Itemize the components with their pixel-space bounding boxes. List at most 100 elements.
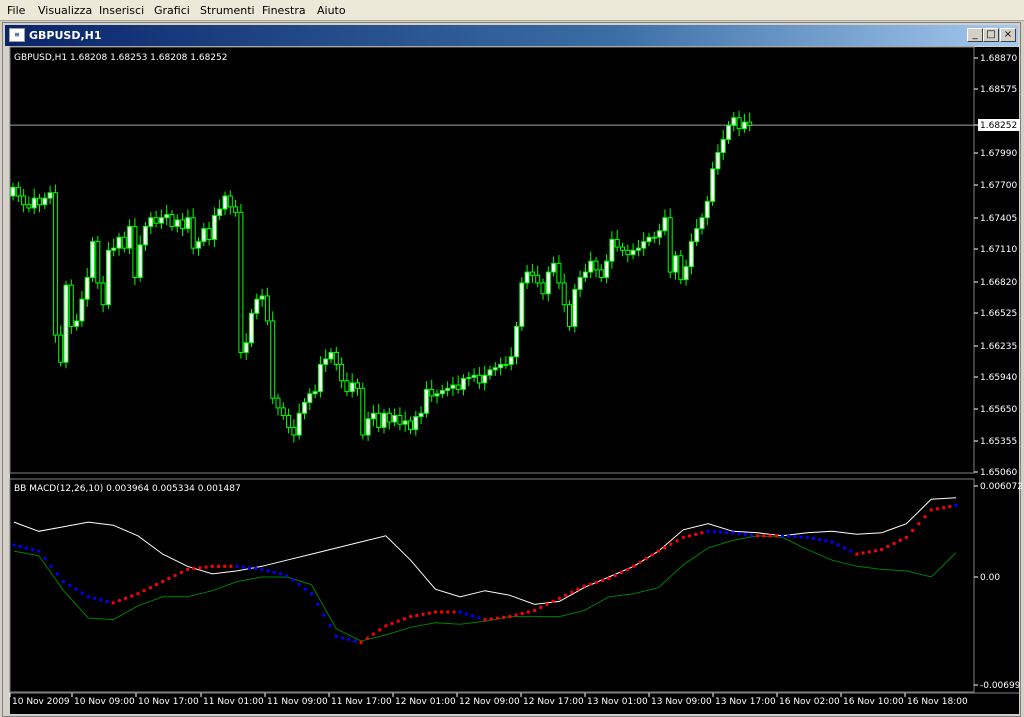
candle-body-bear bbox=[37, 197, 42, 206]
macd-dot bbox=[675, 539, 679, 543]
candle-body-bull bbox=[249, 312, 254, 344]
time-tick-label: 11 Nov 17:00 bbox=[331, 697, 392, 707]
price-tick-label: 1.68575 bbox=[980, 85, 1017, 95]
time-tick-label: 12 Nov 17:00 bbox=[523, 697, 584, 707]
candle-body-bear bbox=[360, 387, 366, 436]
candle-body-bear bbox=[667, 217, 673, 273]
macd-dot bbox=[694, 532, 698, 536]
macd-dot bbox=[396, 619, 400, 623]
candle-body-bull bbox=[254, 298, 260, 314]
macd-dot bbox=[762, 534, 766, 538]
candle-body-bull bbox=[646, 236, 652, 243]
macd-dot bbox=[700, 531, 704, 535]
candle-body-bear bbox=[68, 284, 74, 327]
macd-dot bbox=[669, 542, 673, 546]
macd-dot bbox=[712, 530, 716, 534]
macd-dot bbox=[526, 610, 530, 614]
time-tick-label: 16 Nov 10:00 bbox=[843, 697, 904, 707]
macd-dot bbox=[303, 587, 307, 591]
macd-dot bbox=[440, 610, 444, 614]
macd-dot bbox=[12, 543, 16, 547]
macd-dot bbox=[31, 548, 35, 552]
macd-dot bbox=[514, 613, 518, 617]
candle-body-bull bbox=[508, 356, 514, 365]
macd-dot bbox=[495, 616, 499, 620]
candle-body-bear bbox=[26, 204, 32, 209]
macd-dot bbox=[657, 549, 661, 553]
macd-dot bbox=[421, 612, 425, 616]
candle-body-bull bbox=[731, 117, 737, 126]
macd-dot bbox=[502, 615, 506, 619]
macd-dot bbox=[155, 583, 159, 587]
macd-dot bbox=[68, 583, 72, 587]
candle-body-bull bbox=[699, 217, 705, 230]
candle-body-bull bbox=[688, 241, 694, 268]
macd-dot bbox=[557, 596, 561, 600]
macd-dot bbox=[80, 591, 84, 595]
macd-dot bbox=[229, 564, 233, 568]
macd-dot bbox=[619, 570, 623, 574]
candle-body-bull bbox=[201, 228, 207, 243]
macd-dot bbox=[520, 612, 524, 616]
candle-body-bull bbox=[222, 195, 228, 210]
macd-dot bbox=[719, 530, 722, 534]
macd-dot bbox=[130, 594, 134, 598]
macd-dot bbox=[607, 577, 611, 581]
macd-dot bbox=[923, 515, 927, 519]
candle-body-bear bbox=[620, 246, 625, 251]
macd-dot bbox=[204, 565, 208, 569]
candle-body-bull bbox=[164, 213, 170, 219]
macd-dot bbox=[309, 592, 313, 596]
candle-body-bull bbox=[259, 295, 265, 300]
candle-body-bull bbox=[84, 276, 90, 300]
candle-body-bull bbox=[609, 238, 615, 262]
candle-body-bear bbox=[15, 186, 21, 197]
candle-body-bear bbox=[180, 219, 186, 230]
macd-dot bbox=[650, 553, 654, 557]
macd-dot bbox=[638, 561, 642, 565]
macd-dot bbox=[861, 551, 865, 555]
candle-body-bull bbox=[127, 225, 133, 249]
candle-body-bull bbox=[243, 342, 249, 353]
macd-dot bbox=[836, 543, 840, 547]
macd-dot bbox=[285, 573, 289, 577]
macd-dot bbox=[297, 583, 301, 587]
macd-dot bbox=[117, 599, 121, 603]
candle-body-bear bbox=[339, 363, 345, 382]
macd-dot bbox=[62, 580, 66, 584]
macd-dot bbox=[787, 534, 791, 538]
candle-body-bear bbox=[529, 271, 535, 276]
macd-dot bbox=[626, 567, 630, 571]
price-tick-label: 1.67990 bbox=[980, 149, 1017, 159]
candle-body-bear bbox=[153, 217, 159, 224]
candle-body-bull bbox=[492, 367, 498, 371]
time-tick-label: 16 Nov 18:00 bbox=[907, 697, 968, 707]
candle-body-bull bbox=[328, 351, 334, 360]
macd-dot bbox=[254, 567, 258, 571]
macd-dot bbox=[477, 616, 481, 620]
chart-area[interactable]: GBPUSD,H1 1.68208 1.68253 1.68208 1.6825… bbox=[0, 0, 1024, 717]
candle-body-bear bbox=[121, 236, 127, 249]
macd-dot bbox=[371, 632, 375, 636]
candle-body-bull bbox=[143, 225, 148, 246]
candle-body-bull bbox=[323, 358, 329, 365]
time-tick-label: 13 Nov 01:00 bbox=[587, 697, 648, 707]
candle-body-bull bbox=[630, 249, 636, 256]
macd-dot bbox=[328, 624, 332, 628]
candle-body-bull bbox=[726, 124, 731, 140]
macd-dot bbox=[873, 549, 877, 553]
candle-body-bear bbox=[206, 228, 212, 240]
macd-dot bbox=[595, 580, 599, 584]
candle-body-bear bbox=[540, 282, 546, 295]
candle-body-bull bbox=[217, 208, 223, 217]
candle-body-bull bbox=[466, 376, 472, 380]
macd-dot bbox=[179, 570, 183, 574]
candle-body-bull bbox=[572, 288, 578, 327]
candle-body-bull bbox=[720, 138, 726, 154]
macd-dot bbox=[824, 539, 828, 543]
candle-body-bull bbox=[79, 298, 85, 322]
candle-body-bull bbox=[582, 271, 588, 278]
price-tick-label: 1.66525 bbox=[980, 309, 1017, 319]
candle-body-bull bbox=[741, 121, 747, 130]
time-tick-label: 16 Nov 02:00 bbox=[779, 697, 840, 707]
